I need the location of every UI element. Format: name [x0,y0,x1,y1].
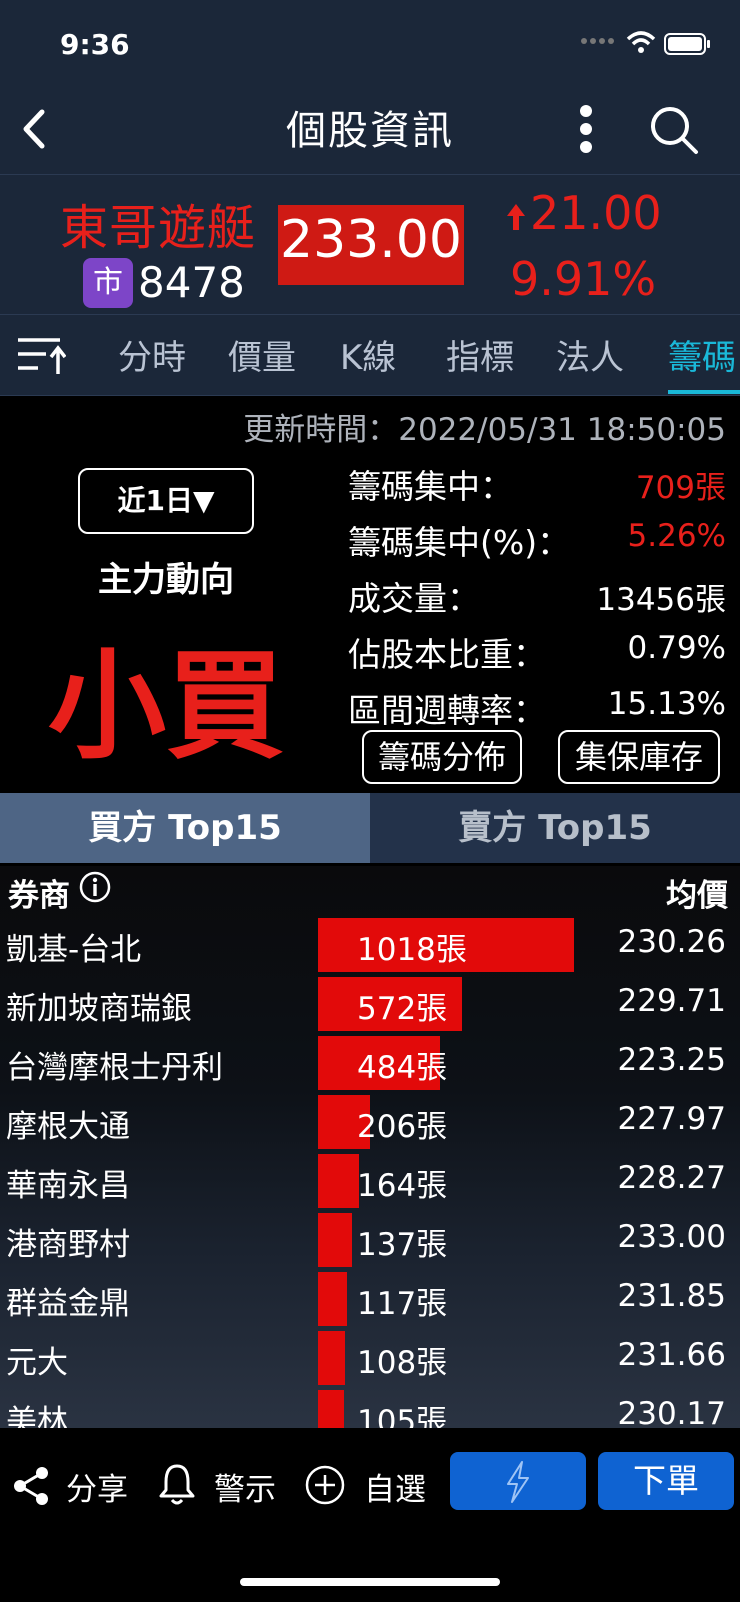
price-change: 21.00 [530,186,662,240]
cellular-signal-icon [581,38,614,44]
wifi-icon [626,31,656,53]
volume-bar [318,1154,359,1208]
share-icon[interactable] [12,1466,50,1506]
main-force-label: 主力動向 [98,560,234,600]
broker-name: 凱基-台北 [6,932,142,968]
column-header-broker: 券商 [8,878,70,914]
table-row[interactable]: 美林 105張 230.17 [0,1386,740,1428]
broker-table: 券商 均價 凱基-台北 1018張 230.26 新加坡商瑞銀 572張 229.71 台灣… [0,866,740,1428]
broker-name: 港商野村 [6,1227,130,1263]
broker-volume: 484張 [357,1050,448,1086]
tab-intraday[interactable]: 分時 [118,330,186,379]
stock-code: 8478 [138,258,245,307]
volume-bar [318,1272,347,1326]
tab-institutional[interactable]: 法人 [556,330,624,379]
broker-avg-price: 231.85 [617,1278,726,1314]
active-tab-indicator [668,390,740,394]
custody-inventory-button[interactable]: 集保庫存 [558,730,720,784]
table-row[interactable]: 凱基-台北 1018張 230.26 [0,914,740,973]
stat-share-ratio-label: 佔股本比重： [348,635,546,674]
page-title: 個股資訊 [286,108,454,154]
more-options-icon[interactable] [574,104,598,154]
bell-icon[interactable] [158,1462,196,1506]
stat-concentration-value: 709張 [635,470,726,506]
table-row[interactable]: 新加坡商瑞銀 572張 229.71 [0,973,740,1032]
quick-order-button[interactable] [450,1452,586,1510]
add-circle-icon[interactable] [304,1464,346,1506]
order-button[interactable]: 下單 [598,1452,734,1510]
stat-concentration-label: 籌碼集中： [348,467,513,506]
stat-concentration-pct-value: 5.26% [627,518,726,554]
broker-avg-price: 227.97 [617,1101,726,1137]
buy-top15-tab[interactable]: 買方 Top15 [0,793,370,863]
stat-volume-label: 成交量： [348,579,480,618]
broker-avg-price: 231.66 [617,1337,726,1373]
broker-volume: 105張 [357,1404,448,1428]
volume-bar [318,1331,345,1385]
stock-name: 東哥遊艇 [60,200,257,256]
broker-name: 美林 [6,1404,68,1428]
status-time: 9:36 [60,28,130,61]
tab-kline[interactable]: K線 [340,330,396,379]
broker-avg-price: 223.25 [617,1042,726,1078]
stat-concentration-pct-label: 籌碼集中(%)： [348,523,571,562]
broker-avg-price: 230.26 [617,924,726,960]
market-badge: 市 [83,258,133,308]
table-row[interactable]: 台灣摩根士丹利 484張 223.25 [0,1032,740,1091]
stock-price: 233.00 [280,210,462,270]
table-row[interactable]: 群益金鼎 117張 231.85 [0,1268,740,1327]
broker-name: 華南永昌 [6,1168,130,1204]
up-arrow-icon [507,204,525,230]
broker-volume: 108張 [357,1345,448,1381]
sort-menu-icon[interactable] [16,334,66,376]
lightning-icon [507,1461,529,1503]
broker-avg-price: 229.71 [617,983,726,1019]
broker-volume: 1018張 [357,932,467,968]
table-row[interactable]: 華南永昌 164張 228.27 [0,1150,740,1209]
volume-bar [318,1213,352,1267]
broker-avg-price: 230.17 [617,1396,726,1428]
broker-volume: 137張 [357,1227,448,1263]
broker-name: 新加坡商瑞銀 [6,991,192,1027]
broker-volume: 117張 [357,1286,448,1322]
volume-bar [318,1390,344,1428]
column-header-avg-price: 均價 [666,878,728,914]
stat-turnover-value: 15.13% [607,686,726,722]
tab-chips[interactable]: 籌碼 [668,330,736,379]
tab-price-volume[interactable]: 價量 [228,330,296,379]
main-force-direction: 小買 [47,637,284,775]
period-dropdown[interactable]: 近1日▼ [78,468,254,534]
tab-indicators[interactable]: 指標 [446,330,514,379]
broker-volume: 206張 [357,1109,448,1145]
battery-icon [664,33,710,55]
broker-name: 元大 [6,1345,68,1381]
update-time-value: 2022/05/31 18:50:05 [398,412,726,448]
price-change-percent: 9.91% [510,252,657,306]
stat-turnover-label: 區間週轉率： [348,691,546,730]
broker-name: 摩根大通 [6,1109,130,1145]
table-row[interactable]: 摩根大通 206張 227.97 [0,1091,740,1150]
table-row[interactable]: 港商野村 137張 233.00 [0,1209,740,1268]
table-row[interactable]: 元大 108張 231.66 [0,1327,740,1386]
stat-volume-value: 13456張 [596,582,726,618]
broker-volume: 572張 [357,991,448,1027]
broker-volume: 164張 [357,1168,448,1204]
home-indicator [240,1578,500,1586]
update-time-label: 更新時間： [243,412,399,448]
stat-share-ratio-value: 0.79% [627,630,726,666]
watchlist-label[interactable]: 自選 [364,1464,426,1509]
broker-avg-price: 228.27 [617,1160,726,1196]
alert-label[interactable]: 警示 [214,1464,276,1509]
chip-distribution-button[interactable]: 籌碼分佈 [362,730,522,784]
update-time: 更新時間：2022/05/31 18:50:05 [243,404,726,449]
sell-top15-tab[interactable]: 賣方 Top15 [370,793,740,863]
broker-name: 台灣摩根士丹利 [6,1050,223,1086]
broker-avg-price: 233.00 [617,1219,726,1255]
broker-name: 群益金鼎 [6,1286,130,1322]
share-label[interactable]: 分享 [66,1464,128,1509]
info-icon[interactable] [78,870,112,904]
search-icon[interactable] [648,104,700,156]
